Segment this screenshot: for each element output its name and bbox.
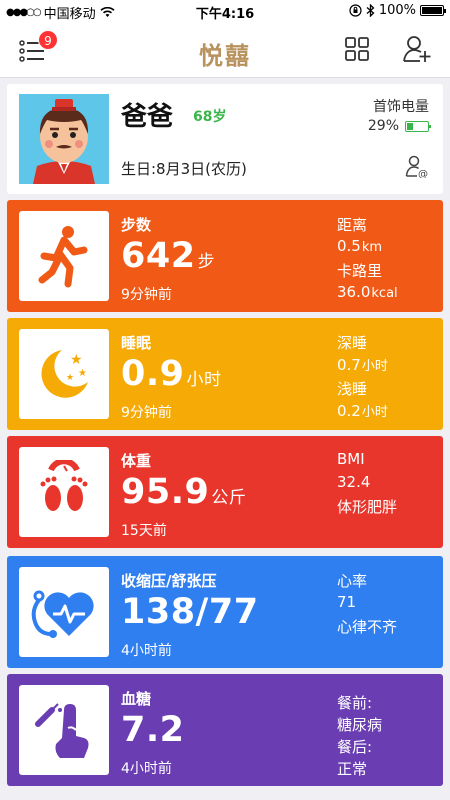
app-title: 悦囍 xyxy=(199,41,251,70)
light-sleep-label: 浅睡 xyxy=(337,380,368,398)
blood-glucose-value: 7.2 xyxy=(121,710,185,750)
moon-stars-icon: ★ ★ ★ xyxy=(41,350,88,398)
svg-text:★: ★ xyxy=(70,352,83,368)
grandpa-avatar-icon xyxy=(19,94,109,184)
weight-card[interactable]: 体重 95.9 公斤 15天前 BMI 32.4 体形肥胖 xyxy=(7,436,443,548)
bmi-label: BMI xyxy=(337,450,365,468)
weight-value: 95.9 公斤 xyxy=(121,472,247,512)
blood-pressure-label: 收缩压/舒张压 xyxy=(121,572,217,590)
heart-rhythm-value: 心律不齐 xyxy=(337,618,398,636)
steps-card[interactable]: 步数 642 步 9分钟前 距离 0.5km 卡路里 36.0kcal xyxy=(7,200,443,312)
blood-glucose-icon-box xyxy=(19,685,109,775)
contact-user-icon: @ xyxy=(405,155,428,180)
bluetooth-icon xyxy=(366,4,375,17)
steps-distance-label: 距离 xyxy=(337,216,368,234)
sleep-unit: 小时 xyxy=(186,370,222,390)
jewelry-battery-icon xyxy=(405,121,431,132)
weight-label: 体重 xyxy=(121,452,152,470)
add-user-icon xyxy=(403,36,431,62)
sleep-updated: 9分钟前 xyxy=(121,405,172,421)
profile-name: 爸爸 xyxy=(121,102,174,132)
sleep-value: 0.9 小时 xyxy=(121,354,222,394)
scale-feet-icon xyxy=(40,460,88,511)
blood-pressure-value: 138/77 xyxy=(121,592,259,632)
after-meal-value: 正常 xyxy=(337,760,368,778)
grid-icon xyxy=(345,37,369,61)
before-meal-label: 餐前: xyxy=(337,694,373,712)
heart-rate-label: 心率 xyxy=(337,572,368,590)
body-type-value: 体形肥胖 xyxy=(337,498,398,516)
heart-rate-value: 71 xyxy=(337,593,357,611)
deep-sleep-label: 深睡 xyxy=(337,334,368,352)
steps-calories-label: 卡路里 xyxy=(337,262,383,280)
walking-person-icon xyxy=(38,226,88,288)
deep-sleep-value: 0.7小时 xyxy=(337,356,388,374)
steps-updated: 9分钟前 xyxy=(121,287,172,303)
bmi-value: 32.4 xyxy=(337,473,371,491)
after-meal-label: 餐后: xyxy=(337,738,373,756)
light-sleep-value: 0.2小时 xyxy=(337,402,388,420)
profile-birthday: 生日:8月3日(农历) xyxy=(121,160,247,178)
steps-label: 步数 xyxy=(121,216,152,234)
profile-age: 68岁 xyxy=(193,109,227,125)
blood-glucose-card[interactable]: 血糖 7.2 4小时前 餐前: 糖尿病 餐后: 正常 xyxy=(7,674,443,786)
steps-unit: 步 xyxy=(197,252,216,272)
blood-pressure-updated: 4小时前 xyxy=(121,643,172,659)
battery-icon xyxy=(420,5,446,16)
sleep-label: 睡眠 xyxy=(121,334,152,352)
before-meal-value: 糖尿病 xyxy=(337,716,383,734)
svg-text:★: ★ xyxy=(66,373,74,383)
weight-icon-box xyxy=(19,447,109,537)
weight-updated: 15天前 xyxy=(121,523,167,539)
blood-pressure-card[interactable]: 收缩压/舒张压 138/77 4小时前 心率 71 心律不齐 xyxy=(7,556,443,668)
finger-lancet-icon xyxy=(35,703,89,758)
status-bar: ●●●○○ 中国移动 下午4:16 100% xyxy=(0,0,450,22)
svg-text:★: ★ xyxy=(78,368,87,379)
steps-distance-value: 0.5km xyxy=(337,237,383,255)
add-user-button[interactable] xyxy=(402,34,432,68)
steps-calories-value: 36.0kcal xyxy=(337,283,398,301)
jewelry-battery-label: 首饰电量 xyxy=(373,99,429,115)
rotation-lock-icon xyxy=(349,4,362,17)
blood-glucose-updated: 4小时前 xyxy=(121,761,172,777)
contact-button[interactable]: @ xyxy=(405,154,429,182)
weight-unit: 公斤 xyxy=(211,488,247,508)
profile-card[interactable]: 爸爸 68岁 生日:8月3日(农历) 首饰电量 29% @ xyxy=(7,84,443,194)
svg-text:@: @ xyxy=(418,169,428,178)
blood-glucose-label: 血糖 xyxy=(121,690,152,708)
blood-pressure-icon-box xyxy=(19,567,109,657)
battery-percent: 100% xyxy=(378,3,416,18)
steps-icon-box xyxy=(19,211,109,301)
sleep-icon-box: ★ ★ ★ xyxy=(19,329,109,419)
blood-pressure-heart-icon xyxy=(31,590,94,638)
jewelry-battery-value: 29% xyxy=(367,118,399,134)
grid-view-button[interactable] xyxy=(344,36,370,66)
steps-value: 642 步 xyxy=(121,236,216,276)
sleep-card[interactable]: ★ ★ ★ 睡眠 0.9 小时 9分钟前 深睡 0.7小时 浅睡 0.2小时 xyxy=(7,318,443,430)
avatar[interactable] xyxy=(19,94,109,184)
nav-bar: 9 悦囍 xyxy=(0,22,450,78)
